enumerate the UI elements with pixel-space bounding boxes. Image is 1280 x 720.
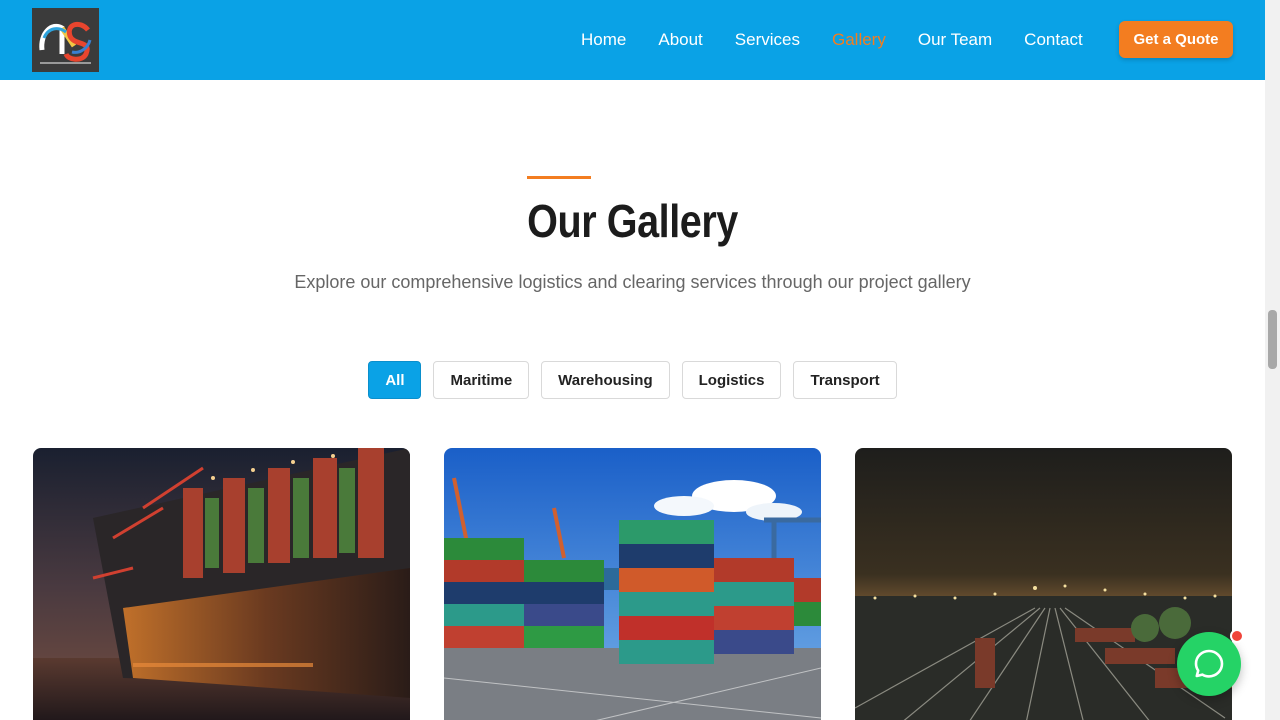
gallery-image-rail-yard[interactable] [855, 448, 1232, 720]
gallery-subtitle: Explore our comprehensive logistics and … [294, 272, 971, 292]
filter-maritime[interactable]: Maritime [433, 361, 530, 399]
gallery-image-container-stacks[interactable] [444, 448, 821, 720]
site-header: Home About Services Gallery Our Team Con… [0, 0, 1265, 80]
page: Home About Services Gallery Our Team Con… [0, 0, 1280, 720]
filter-warehousing[interactable]: Warehousing [541, 361, 670, 399]
gallery-title: Our Gallery [527, 195, 738, 247]
page-scrollbar[interactable] [1265, 0, 1280, 720]
chat-notification-dot [1230, 629, 1244, 643]
nav-contact[interactable]: Contact [1024, 30, 1083, 50]
company-logo[interactable] [32, 8, 99, 72]
nav-gallery[interactable]: Gallery [832, 30, 886, 50]
whatsapp-icon [1194, 649, 1224, 678]
main-nav: Home About Services Gallery Our Team Con… [565, 0, 1099, 80]
filter-all[interactable]: All [368, 361, 422, 399]
nav-about[interactable]: About [658, 30, 702, 50]
nav-services[interactable]: Services [735, 30, 800, 50]
nav-our-team[interactable]: Our Team [918, 30, 992, 50]
filter-transport[interactable]: Transport [793, 361, 897, 399]
nav-home[interactable]: Home [581, 30, 626, 50]
whatsapp-chat-button[interactable] [1177, 632, 1241, 696]
gallery-image-container-ship[interactable] [33, 448, 410, 720]
get-a-quote-button[interactable]: Get a Quote [1119, 21, 1233, 58]
filter-logistics[interactable]: Logistics [681, 361, 782, 399]
scrollbar-thumb[interactable] [1268, 310, 1277, 369]
gallery-filters: All Maritime Warehousing Logistics Trans… [0, 361, 1265, 399]
title-accent-bar [527, 176, 591, 179]
